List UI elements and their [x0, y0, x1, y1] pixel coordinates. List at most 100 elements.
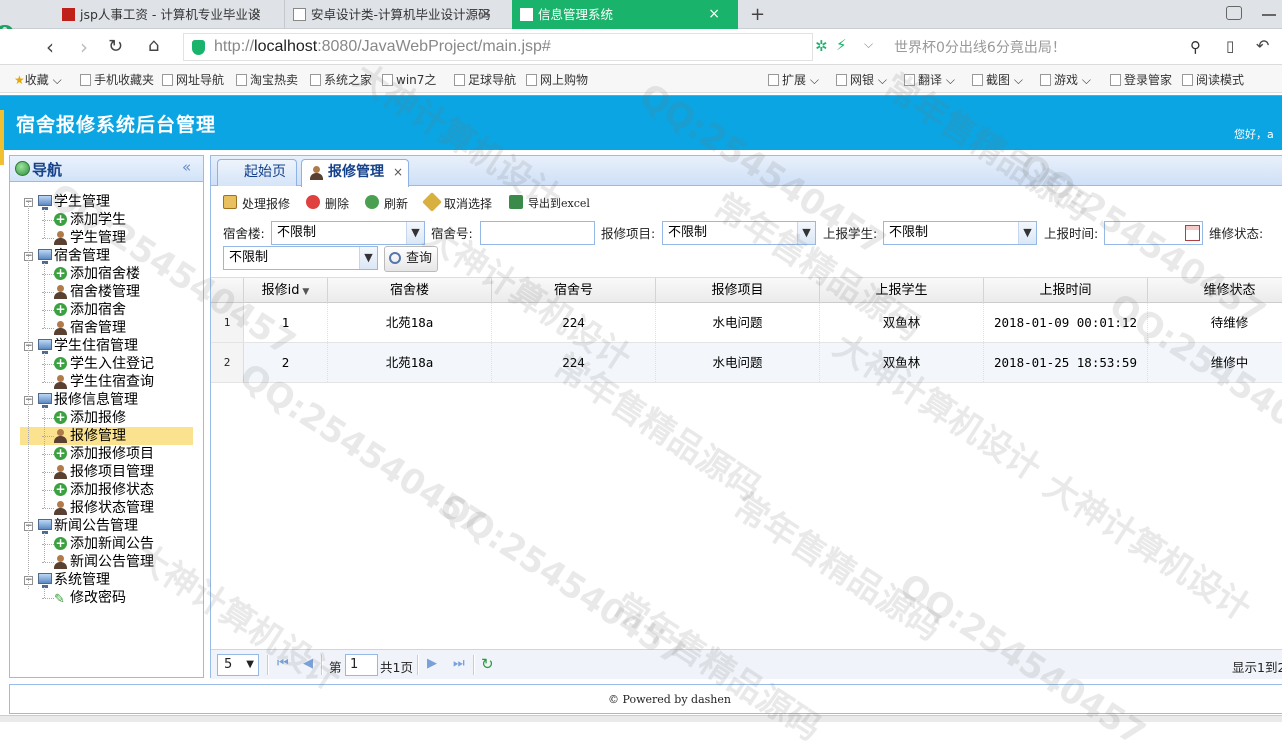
cancel-selection-button[interactable]: 取消选择 [422, 192, 492, 212]
browser-tab[interactable]: jsp人事工资 - 计算机专业毕业设 × [54, 0, 280, 29]
add-icon: + [54, 212, 67, 226]
process-repair-button[interactable]: 处理报修 [223, 195, 290, 212]
content-tab-strip: 起始页 报修管理 × [211, 156, 1282, 187]
column-header-id[interactable]: 报修id ▼ [244, 278, 328, 303]
lightning-icon[interactable]: ⚡ [836, 36, 847, 54]
window-minimize-icon[interactable] [1262, 14, 1276, 16]
browser-tab-active[interactable]: 信息管理系统 × [512, 0, 738, 29]
nav-item[interactable]: 报修管理 [20, 427, 193, 445]
window-restore-icon[interactable] [1226, 6, 1242, 20]
extension-item[interactable]: 登录管家 [1110, 71, 1172, 88]
tab-repair-management[interactable]: 报修管理 × [301, 159, 409, 187]
column-header-room[interactable]: 宿舍号 [492, 278, 656, 303]
nav-group[interactable]: − 学生管理 [10, 193, 195, 211]
search-icon[interactable]: ⚲ [1190, 38, 1201, 56]
last-page-icon[interactable]: ⏭ [453, 656, 465, 671]
nav-group[interactable]: − 学生住宿管理 [10, 337, 195, 355]
undo-icon[interactable]: ↶ [1256, 36, 1269, 55]
back-icon[interactable]: ‹ [46, 35, 54, 59]
nav-group[interactable]: − 新闻公告管理 [10, 517, 195, 535]
dorm-building-select[interactable]: 不限制 ▼ [271, 221, 425, 245]
nav-item[interactable]: 学生住宿查询 [20, 373, 193, 391]
collapse-icon[interactable]: « [182, 158, 191, 176]
page-size-select[interactable]: 5 ▼ [217, 654, 259, 676]
forward-icon[interactable]: › [80, 35, 88, 59]
extension-item[interactable]: 截图 ⌵ [972, 71, 1023, 88]
nav-group[interactable]: − 宿舍管理 [10, 247, 195, 265]
bookmark-item[interactable]: win7之 [382, 71, 436, 88]
extension-item[interactable]: 网银 ⌵ [836, 71, 887, 88]
gear-icon[interactable]: ✲ [815, 37, 828, 55]
extension-item[interactable]: 翻译 ⌵ [904, 71, 955, 88]
close-icon[interactable]: × [480, 0, 492, 29]
nav-item[interactable]: 报修项目管理 [20, 463, 193, 481]
extension-item[interactable]: 游戏 ⌵ [1040, 71, 1091, 88]
nav-group[interactable]: − 报修信息管理 [10, 391, 195, 409]
close-icon[interactable]: × [250, 0, 262, 29]
nav-item[interactable]: 报修状态管理 [20, 499, 193, 517]
close-icon[interactable]: × [708, 0, 720, 29]
column-header-status[interactable]: 维修状态 [1148, 278, 1282, 303]
bookmark-favorites[interactable]: ★收藏 ⌵ [14, 71, 62, 88]
bookmark-item[interactable]: 系统之家 [310, 71, 372, 88]
query-button[interactable]: 查询 [384, 246, 438, 272]
page-number-input[interactable]: 1 [345, 654, 378, 676]
column-header-time[interactable]: 上报时间 [984, 278, 1148, 303]
delete-button[interactable]: 删除 [306, 195, 349, 212]
next-page-icon[interactable]: ▶ [427, 656, 437, 671]
bookmark-item[interactable]: 足球导航 [454, 71, 516, 88]
first-page-icon[interactable]: ⏮ [277, 656, 289, 671]
nav-item[interactable]: 宿舍楼管理 [20, 283, 193, 301]
extension-item[interactable]: 阅读模式 [1182, 71, 1244, 88]
table-row[interactable]: 2 2 北苑18a 224 水电问题 双鱼林 2018-01-25 18:53:… [211, 343, 1282, 383]
nav-item[interactable]: + 添加新闻公告 [20, 535, 193, 553]
column-header-building[interactable]: 宿舍楼 [328, 278, 492, 303]
search-box[interactable]: ⌵ 世界杯0分出线6分竟出局！ ⚲ [860, 33, 1220, 61]
browser-tab[interactable]: 安卓设计类-计算机毕业设计源码 × [284, 0, 510, 29]
nav-item[interactable]: + 添加报修 [20, 409, 193, 427]
nav-item[interactable]: + 添加宿舍楼 [20, 265, 193, 283]
reload-icon[interactable]: ↻ [108, 36, 123, 57]
report-time-label: 上报时间: [1044, 226, 1099, 241]
close-icon[interactable]: × [393, 160, 403, 184]
bookmark-item[interactable]: 淘宝热卖 [236, 71, 298, 88]
refresh-button[interactable]: 刷新 [365, 195, 408, 212]
nav-item[interactable]: ✎ 修改密码 [20, 589, 193, 607]
column-header-student[interactable]: 上报学生 [820, 278, 984, 303]
dorm-no-input[interactable] [480, 221, 595, 245]
column-header-item[interactable]: 报修项目 [656, 278, 820, 303]
tab-home[interactable]: 起始页 [217, 159, 297, 186]
chevron-down-icon[interactable]: ⌵ [864, 37, 873, 52]
nav-item[interactable]: + 学生入住登记 [20, 355, 193, 373]
bookmark-item[interactable]: 手机收藏夹 [80, 71, 154, 88]
previous-page-icon[interactable]: ◀ [303, 656, 313, 671]
nav-item[interactable]: + 添加学生 [20, 211, 193, 229]
nav-item[interactable]: 新闻公告管理 [20, 553, 193, 571]
new-tab-icon[interactable]: + [750, 4, 765, 25]
bookmark-item[interactable]: 网址导航 [162, 71, 224, 88]
report-time-input[interactable] [1104, 221, 1203, 245]
nav-item[interactable]: + 添加报修状态 [20, 481, 193, 499]
nav-group[interactable]: − 系统管理 [10, 571, 195, 589]
status-select[interactable]: 不限制 ▼ [223, 246, 378, 270]
extension-item[interactable]: 扩展 ⌵ [768, 71, 819, 88]
url-field[interactable]: http://localhost:8080/JavaWebProject/mai… [183, 33, 813, 61]
table-row[interactable]: 1 1 北苑18a 224 水电问题 双鱼林 2018-01-09 00:01:… [211, 303, 1282, 343]
refresh-icon[interactable]: ↻ [481, 655, 494, 673]
cell-room: 224 [492, 343, 656, 382]
cell-id: 2 [244, 343, 328, 382]
calendar-icon[interactable] [1185, 225, 1200, 241]
student-select[interactable]: 不限制 ▼ [883, 221, 1037, 245]
nav-item[interactable]: 学生管理 [20, 229, 193, 247]
export-excel-button[interactable]: 导出到excel [509, 195, 590, 211]
home-icon[interactable]: ⌂ [148, 35, 159, 56]
nav-item[interactable]: 宿舍管理 [20, 319, 193, 337]
cell-student: 双鱼林 [820, 303, 984, 342]
user-greeting: 您好，a [1234, 128, 1274, 141]
nav-item[interactable]: + 添加宿舍 [20, 301, 193, 319]
footer: © Powered by dashen [9, 684, 1282, 714]
bookmark-item[interactable]: 网上购物 [526, 71, 588, 88]
repair-item-select[interactable]: 不限制 ▼ [662, 221, 816, 245]
nav-item[interactable]: + 添加报修项目 [20, 445, 193, 463]
mobile-icon[interactable]: ▯ [1226, 37, 1234, 55]
